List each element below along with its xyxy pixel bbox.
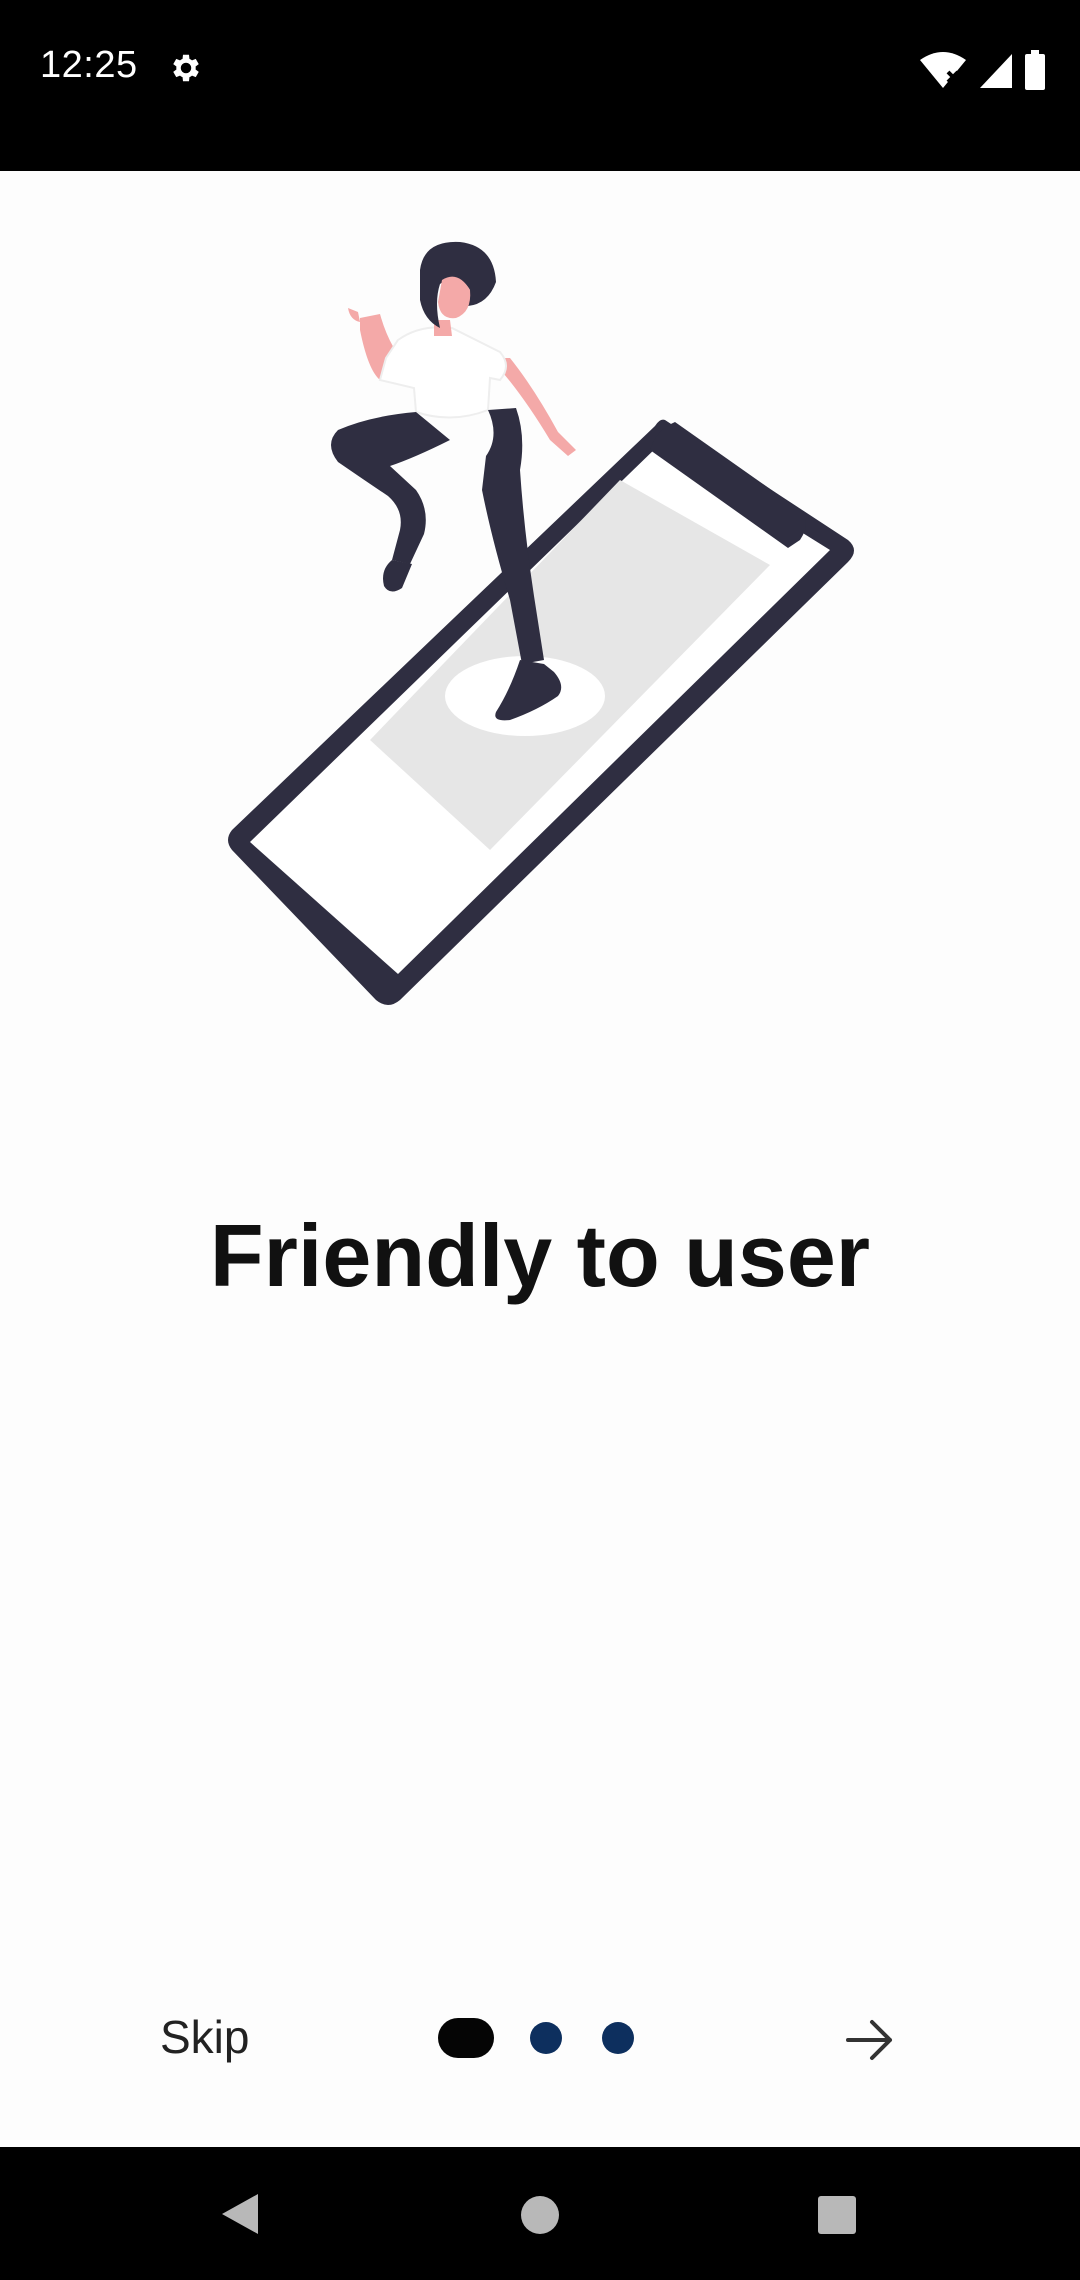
page-dot-2[interactable]	[530, 2022, 562, 2054]
battery-icon	[1025, 50, 1045, 90]
page-dot-3[interactable]	[602, 2022, 634, 2054]
onboarding-screen: 12:25 Friendly to user Skip	[0, 0, 1080, 2280]
skip-button[interactable]: Skip	[160, 2010, 249, 2064]
wifi-off-icon	[920, 52, 966, 88]
woman-stepping-out-of-phone-illustration	[228, 241, 854, 1006]
page-indicator	[438, 2018, 634, 2058]
next-button[interactable]	[840, 2010, 900, 2070]
phone-illustration	[228, 419, 854, 1006]
page-dot-active	[438, 2018, 494, 2058]
arrow-right-icon	[846, 2020, 892, 2060]
status-bar: 12:25	[0, 0, 1080, 171]
settings-gear-icon	[173, 54, 199, 82]
status-icons	[918, 50, 1046, 90]
home-icon[interactable]	[521, 2196, 559, 2234]
signal-icon	[980, 54, 1012, 88]
back-icon[interactable]	[218, 2192, 262, 2236]
onboarding-title: Friendly to user	[209, 1206, 871, 1305]
recents-icon[interactable]	[818, 2196, 856, 2234]
status-time: 12:25	[40, 44, 138, 86]
